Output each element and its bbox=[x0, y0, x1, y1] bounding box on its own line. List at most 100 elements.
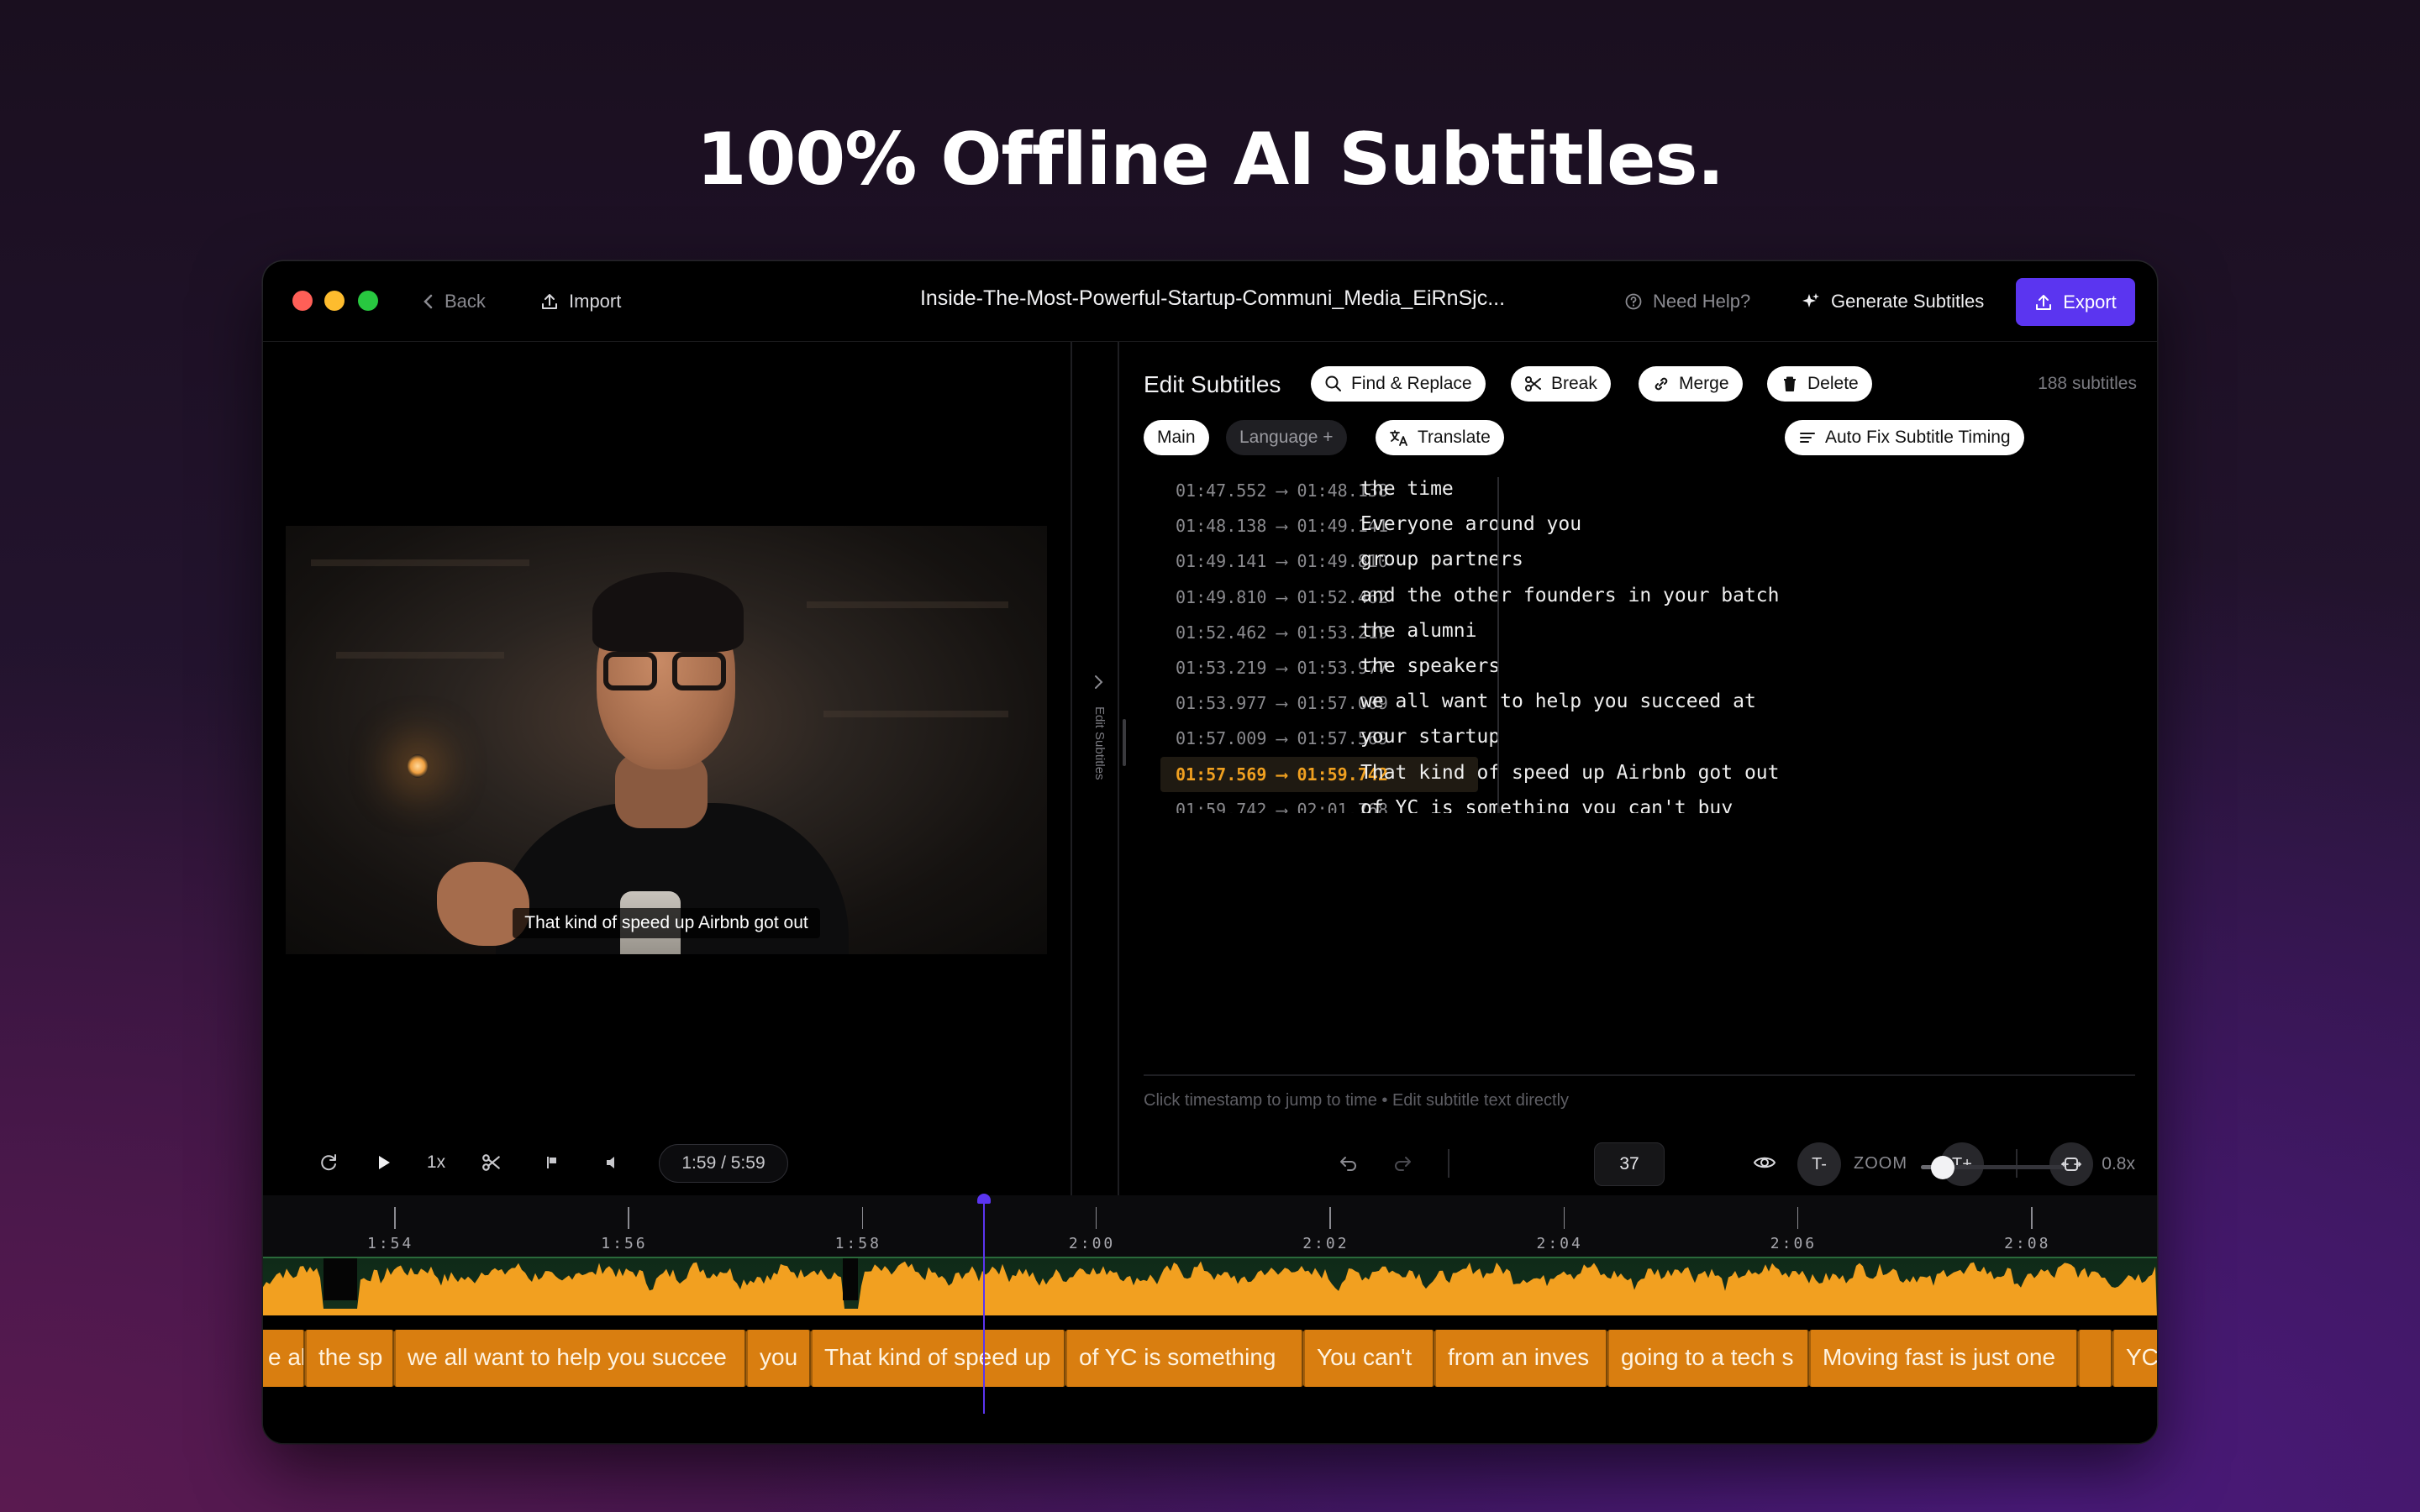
volume-button[interactable] bbox=[594, 1144, 631, 1181]
track-main-tab[interactable]: Main bbox=[1144, 420, 1209, 455]
add-language-label: Language + bbox=[1239, 428, 1334, 447]
redo-button[interactable] bbox=[1384, 1144, 1421, 1181]
delete-button[interactable]: Delete bbox=[1767, 366, 1872, 402]
caption-block[interactable]: from an inves bbox=[1434, 1330, 1607, 1387]
undo-icon bbox=[1339, 1153, 1359, 1172]
caption-block[interactable]: e all bbox=[263, 1330, 305, 1387]
timeline-ruler[interactable]: 1:54 1:56 1:58 2:00 2:02 2:04 2:06 2:08 bbox=[263, 1195, 2157, 1263]
find-replace-button[interactable]: Find & Replace bbox=[1311, 366, 1486, 402]
subtitle-timestamp[interactable]: 01:52.462 ⟶ 01:53.219 bbox=[1176, 622, 1388, 643]
split-button[interactable] bbox=[473, 1144, 510, 1181]
auto-fix-timing-button[interactable]: Auto Fix Subtitle Timing bbox=[1785, 420, 2024, 455]
break-button[interactable]: Break bbox=[1511, 366, 1611, 402]
caption-track[interactable]: e allthe spwe all want to help you succe… bbox=[263, 1318, 2157, 1387]
subtitle-row[interactable]: 01:53.219 ⟶ 01:53.977 the speakers bbox=[1160, 650, 2152, 685]
caption-block[interactable]: YC bbox=[2112, 1330, 2157, 1387]
ruler-tick-label: 1:54 bbox=[367, 1235, 414, 1252]
subtitle-text[interactable]: the speakers bbox=[1360, 655, 1500, 677]
ruler-tick bbox=[861, 1207, 864, 1229]
subtitle-timestamp[interactable]: 01:57.569 ⟶ 01:59.742 bbox=[1176, 764, 1388, 785]
subtitle-text[interactable]: Everyone around you bbox=[1360, 513, 1581, 535]
subtitle-text[interactable]: the time bbox=[1360, 478, 1454, 500]
chevron-right-icon bbox=[1092, 673, 1104, 691]
caption-block[interactable]: That kind of speed up bbox=[811, 1330, 1065, 1387]
subtitle-timestamp[interactable]: 01:53.977 ⟶ 01:57.009 bbox=[1176, 693, 1388, 713]
subtitle-text[interactable]: That kind of speed up Airbnb got out bbox=[1360, 762, 1780, 784]
ruler-tick-label: 2:06 bbox=[1770, 1235, 1818, 1252]
subtitle-timestamp[interactable]: 01:59.742 ⟶ 02:01.768 bbox=[1176, 800, 1388, 813]
subtitle-timestamp[interactable]: 01:49.141 ⟶ 01:49.810 bbox=[1176, 551, 1388, 571]
generate-subtitles-button[interactable]: Generate Subtitles bbox=[1801, 286, 1984, 317]
subtitle-count: 188 subtitles bbox=[2038, 374, 2137, 393]
waveform-shape bbox=[263, 1261, 2157, 1315]
subtitle-row[interactable]: 01:57.569 ⟶ 01:59.742 That kind of speed … bbox=[1160, 756, 2152, 792]
subtitle-text[interactable]: we all want to help you succeed at bbox=[1360, 690, 1756, 712]
zoom-slider-thumb[interactable] bbox=[1930, 1156, 1954, 1179]
subtitle-row[interactable]: 01:49.810 ⟶ 01:52.462 and the other found… bbox=[1160, 580, 2152, 615]
speed-button[interactable]: 1x bbox=[418, 1144, 455, 1181]
decrease-font-button[interactable]: T- bbox=[1797, 1142, 1841, 1186]
subtitle-text[interactable]: group partners bbox=[1360, 549, 1523, 570]
toolbar-separator bbox=[1448, 1149, 1449, 1178]
ruler-tick-label: 2:04 bbox=[1536, 1235, 1583, 1252]
subtitle-row[interactable]: 01:48.138 ⟶ 01:49.141 Everyone around you bbox=[1160, 508, 2152, 543]
maximize-window-button[interactable] bbox=[358, 291, 378, 311]
minimize-window-button[interactable] bbox=[324, 291, 345, 311]
loop-button[interactable] bbox=[310, 1144, 347, 1181]
subtitle-list[interactable]: 01:47.552 ⟶ 01:48.138 the time 01:48.138 ⟶… bbox=[1160, 473, 2152, 813]
merge-button[interactable]: Merge bbox=[1639, 366, 1743, 402]
subtitle-row[interactable]: 01:49.141 ⟶ 01:49.810 group partners bbox=[1160, 543, 2152, 579]
caption-block[interactable] bbox=[2078, 1330, 2112, 1387]
subtitle-row[interactable]: 01:53.977 ⟶ 01:57.009 we all want to help… bbox=[1160, 685, 2152, 721]
zoom-slider[interactable] bbox=[1921, 1156, 2064, 1179]
subtitle-text[interactable]: the alumni bbox=[1360, 620, 1476, 642]
play-button[interactable] bbox=[366, 1144, 402, 1181]
link-icon bbox=[1652, 375, 1670, 393]
undo-button[interactable] bbox=[1330, 1144, 1367, 1181]
caption-block[interactable]: going to a tech s bbox=[1607, 1330, 1809, 1387]
subtitle-timestamp[interactable]: 01:53.219 ⟶ 01:53.977 bbox=[1176, 658, 1388, 678]
ruler-tick bbox=[2031, 1207, 2033, 1229]
subtitle-row[interactable]: 01:59.742 ⟶ 02:01.768 of YC is something … bbox=[1160, 792, 2152, 813]
subtitle-timestamp[interactable]: 01:48.138 ⟶ 01:49.141 bbox=[1176, 516, 1388, 536]
audio-waveform[interactable] bbox=[263, 1257, 2157, 1315]
help-button[interactable]: Need Help? bbox=[1624, 286, 1750, 317]
playhead[interactable] bbox=[983, 1195, 985, 1414]
subtitle-timestamp[interactable]: 01:49.810 ⟶ 01:52.462 bbox=[1176, 587, 1388, 607]
caption-block[interactable]: You can't bbox=[1303, 1330, 1434, 1387]
back-button[interactable]: Back bbox=[423, 286, 486, 317]
upload-icon bbox=[540, 292, 559, 311]
subtitle-timestamp[interactable]: 01:57.009 ⟶ 01:57.569 bbox=[1176, 728, 1388, 748]
background-shelf bbox=[311, 559, 529, 566]
add-language-button[interactable]: Language + bbox=[1226, 420, 1347, 455]
caption-block[interactable]: you bbox=[746, 1330, 811, 1387]
marker-button[interactable] bbox=[534, 1144, 571, 1181]
subtitle-row[interactable]: 01:52.462 ⟶ 01:53.219 the alumni bbox=[1160, 615, 2152, 650]
glasses-lens bbox=[672, 652, 726, 690]
close-window-button[interactable] bbox=[292, 291, 313, 311]
ruler-tick bbox=[1095, 1207, 1097, 1229]
translate-button[interactable]: Translate bbox=[1376, 420, 1504, 455]
speaker-icon bbox=[604, 1154, 621, 1171]
text-lines-icon bbox=[1798, 428, 1817, 447]
subtitle-text[interactable]: of YC is something you can't buy bbox=[1360, 797, 1733, 813]
caption-block[interactable]: of YC is something bbox=[1065, 1330, 1303, 1387]
video-preview[interactable]: That kind of speed up Airbnb got out bbox=[286, 526, 1047, 954]
play-icon bbox=[375, 1153, 393, 1172]
caption-block[interactable]: the sp bbox=[305, 1330, 394, 1387]
import-button[interactable]: Import bbox=[540, 286, 621, 317]
font-size-field[interactable]: 37 bbox=[1594, 1142, 1665, 1186]
subtitle-text[interactable]: and the other founders in your batch bbox=[1360, 585, 1780, 606]
app-window: Back Import Inside-The-Most-Powerful-Sta… bbox=[263, 261, 2157, 1443]
resize-handle[interactable] bbox=[1123, 719, 1126, 766]
subtitle-text[interactable]: your startup bbox=[1360, 726, 1500, 748]
playhead-handle[interactable] bbox=[977, 1194, 991, 1204]
collapse-edit-subtitles-tab[interactable]: Edit Subtitles bbox=[1086, 673, 1112, 824]
caption-block[interactable]: we all want to help you succee bbox=[394, 1330, 746, 1387]
export-button[interactable]: Export bbox=[2016, 278, 2135, 326]
subtitle-timestamp[interactable]: 01:47.552 ⟶ 01:48.138 bbox=[1176, 480, 1388, 501]
subtitle-row[interactable]: 01:57.009 ⟶ 01:57.569 your startup bbox=[1160, 721, 2152, 756]
preview-toggle-button[interactable] bbox=[1746, 1144, 1783, 1181]
caption-block[interactable]: Moving fast is just one bbox=[1809, 1330, 2078, 1387]
subtitle-row[interactable]: 01:47.552 ⟶ 01:48.138 the time bbox=[1160, 473, 2152, 508]
